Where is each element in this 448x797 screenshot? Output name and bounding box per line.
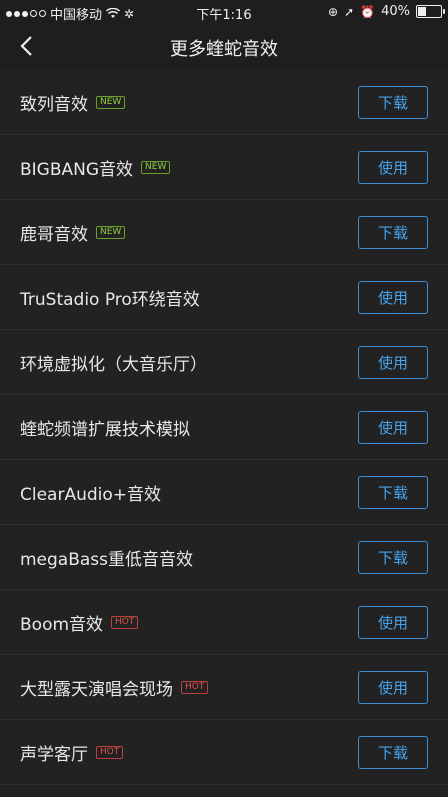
- effect-name: 蝰蛇频谱扩展技术模拟: [20, 419, 190, 440]
- use-button[interactable]: 使用: [358, 346, 428, 379]
- download-button[interactable]: 下载: [358, 476, 428, 509]
- list-item[interactable]: BIGBANG音效 NEW 使用: [0, 135, 448, 200]
- list-item[interactable]: ClearAudio+音效 下载: [0, 460, 448, 525]
- list-item[interactable]: 致列音效 NEW 下载: [0, 70, 448, 135]
- list-item[interactable]: TruStadio Pro环绕音效 使用: [0, 265, 448, 330]
- list-item[interactable]: Boom音效 HOT 使用: [0, 590, 448, 655]
- sound-effect-list: 致列音效 NEW 下载 BIGBANG音效 NEW 使用 鹿哥音效 NEW 下载 TruStadi…: [0, 70, 448, 797]
- effect-name: 声学客厅: [20, 744, 88, 765]
- list-item[interactable]: 蝰蛇频谱扩展技术模拟 使用: [0, 395, 448, 460]
- use-button[interactable]: 使用: [358, 671, 428, 704]
- use-button[interactable]: 使用: [358, 151, 428, 184]
- use-button[interactable]: 使用: [358, 606, 428, 639]
- effect-name: TruStadio Pro环绕音效: [20, 289, 200, 310]
- effect-name: BIGBANG音效: [20, 159, 134, 180]
- rotation-lock-icon: ⊕: [328, 4, 339, 19]
- list-item[interactable]: megaBass重低音音效 下载: [0, 525, 448, 590]
- status-bar: 中国移动 ✲ 下午1:16 ⊕ ➚ ⏰ 40%: [0, 0, 448, 24]
- page-title: 更多蝰蛇音效: [170, 39, 278, 60]
- battery-fill: [418, 7, 426, 16]
- effect-name: 大型露天演唱会现场: [20, 679, 173, 700]
- effect-name: Boom音效: [20, 614, 104, 635]
- new-badge: NEW: [96, 95, 126, 109]
- list-item[interactable]: 声学客厅 HOT 下载: [0, 720, 448, 785]
- effect-name: 环境虚拟化（大音乐厅）: [20, 354, 207, 375]
- effect-name: megaBass重低音音效: [20, 549, 194, 570]
- effect-name: 鹿哥音效: [20, 224, 88, 245]
- battery-icon: [416, 5, 445, 18]
- effect-name: 致列音效: [20, 94, 88, 115]
- alarm-clock-icon: ⏰: [360, 4, 376, 19]
- hot-badge: HOT: [111, 615, 139, 629]
- download-button[interactable]: 下载: [358, 541, 428, 574]
- new-badge: NEW: [96, 225, 126, 239]
- navigation-bar: 更多蝰蛇音效: [0, 24, 448, 68]
- list-item[interactable]: 环境虚拟化（大音乐厅） 使用: [0, 330, 448, 395]
- download-button[interactable]: 下载: [358, 216, 428, 249]
- use-button[interactable]: 使用: [358, 411, 428, 444]
- download-button[interactable]: 下载: [358, 86, 428, 119]
- list-item[interactable]: 鹿哥音效 NEW 下载: [0, 200, 448, 265]
- effect-name: ClearAudio+音效: [20, 484, 162, 505]
- use-button[interactable]: 使用: [358, 281, 428, 314]
- new-badge: NEW: [141, 160, 171, 174]
- list-item[interactable]: 大型露天演唱会现场 HOT 使用: [0, 655, 448, 720]
- hot-badge: HOT: [96, 745, 124, 759]
- hot-badge: HOT: [181, 680, 209, 694]
- location-arrow-icon: ➚: [344, 4, 355, 19]
- battery-percent: 40%: [381, 4, 410, 19]
- status-bar-right: ⊕ ➚ ⏰ 40%: [328, 4, 445, 19]
- download-button[interactable]: 下载: [358, 736, 428, 769]
